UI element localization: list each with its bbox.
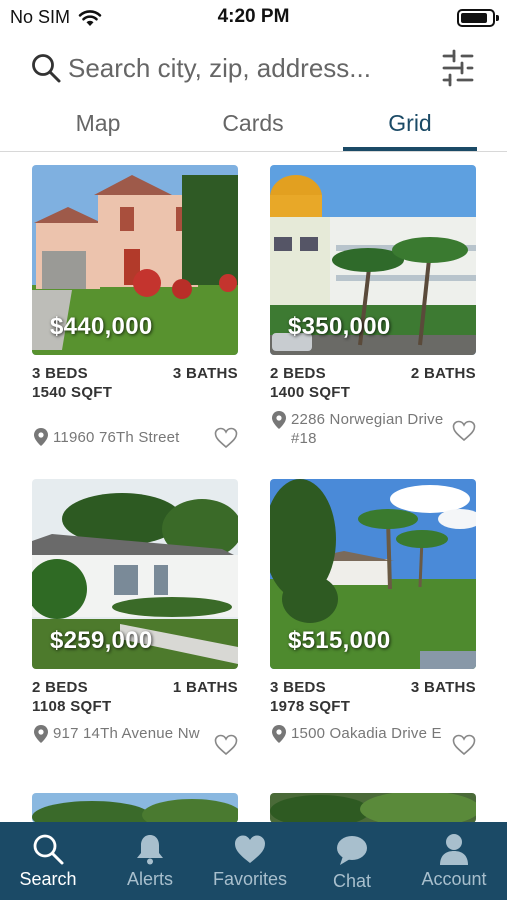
listing-photo[interactable]: $440,000 <box>32 165 238 355</box>
listing-sqft: 1540 SQFT <box>32 384 113 401</box>
search-bar <box>0 44 507 94</box>
favorite-heart-icon[interactable] <box>452 420 476 442</box>
listing-address: 917 14Th Avenue Nw <box>53 725 200 742</box>
nav-account[interactable]: Account <box>404 822 504 900</box>
search-icon <box>33 834 64 865</box>
listing-photo[interactable] <box>32 793 238 823</box>
listing-price: $350,000 <box>288 313 391 340</box>
listing-beds: 3 BEDS <box>270 679 326 696</box>
location-pin-icon <box>272 725 286 743</box>
nav-alerts[interactable]: Alerts <box>100 822 200 900</box>
listing-price: $515,000 <box>288 627 391 654</box>
location-pin-icon <box>34 725 48 743</box>
status-time: 4:20 PM <box>217 6 290 27</box>
battery-icon <box>457 9 499 27</box>
nav-favorites[interactable]: Favorites <box>200 822 300 900</box>
nav-chat[interactable]: Chat <box>302 822 402 900</box>
nav-favorites-label: Favorites <box>212 869 288 889</box>
nav-alerts-label: Alerts <box>126 869 173 889</box>
listing-baths: 2 BATHS <box>410 365 476 382</box>
listing-baths: 1 BATHS <box>172 679 238 696</box>
listing-photo[interactable]: $515,000 <box>270 479 476 669</box>
listing-sqft: 1400 SQFT <box>270 384 351 401</box>
person-icon <box>440 834 468 865</box>
search-icon <box>32 54 61 83</box>
listing-beds: 2 BEDS <box>32 679 88 696</box>
listing-address: 2286 Norwegian Drive #18 <box>291 411 444 447</box>
listing-photo[interactable] <box>270 793 476 823</box>
listing-price: $259,000 <box>50 627 153 654</box>
nav-search[interactable]: Search <box>0 822 96 900</box>
listing-sqft: 1108 SQFT <box>32 698 112 715</box>
location-pin-icon <box>272 411 286 429</box>
bell-icon <box>137 835 163 865</box>
listing-sqft: 1978 SQFT <box>270 698 351 715</box>
location-pin-icon <box>34 428 48 446</box>
listing-address: 11960 76Th Street <box>53 429 180 446</box>
listing-beds: 3 BEDS <box>32 365 88 382</box>
favorite-heart-icon[interactable] <box>214 734 238 756</box>
nav-account-label: Account <box>421 869 487 889</box>
listing-photo[interactable]: $350,000 <box>270 165 476 355</box>
tab-map[interactable]: Map <box>31 110 165 137</box>
active-tab-indicator <box>343 147 477 151</box>
listing-baths: 3 BATHS <box>410 679 476 696</box>
listing-price: $440,000 <box>50 313 153 340</box>
bottom-nav-bar: Search Alerts Favorites Chat Account <box>0 822 507 900</box>
favorite-heart-icon[interactable] <box>452 734 476 756</box>
status-bar: No SIM 4:20 PM <box>0 0 507 36</box>
sliders-icon[interactable] <box>440 48 476 88</box>
tab-cards[interactable]: Cards <box>186 110 320 137</box>
favorite-heart-icon[interactable] <box>214 427 238 449</box>
chat-bubble-icon <box>337 836 367 865</box>
listing-photo[interactable]: $259,000 <box>32 479 238 669</box>
listing-address: 1500 Oakadia Drive E <box>291 725 442 742</box>
search-input[interactable] <box>68 48 428 88</box>
nav-chat-label: Chat <box>332 871 372 891</box>
listing-beds: 2 BEDS <box>270 365 326 382</box>
nav-search-label: Search <box>19 869 77 889</box>
view-tabs: Map Cards Grid <box>0 102 507 152</box>
tab-grid[interactable]: Grid <box>343 110 477 137</box>
heart-icon <box>235 835 265 863</box>
listing-baths: 3 BATHS <box>172 365 238 382</box>
